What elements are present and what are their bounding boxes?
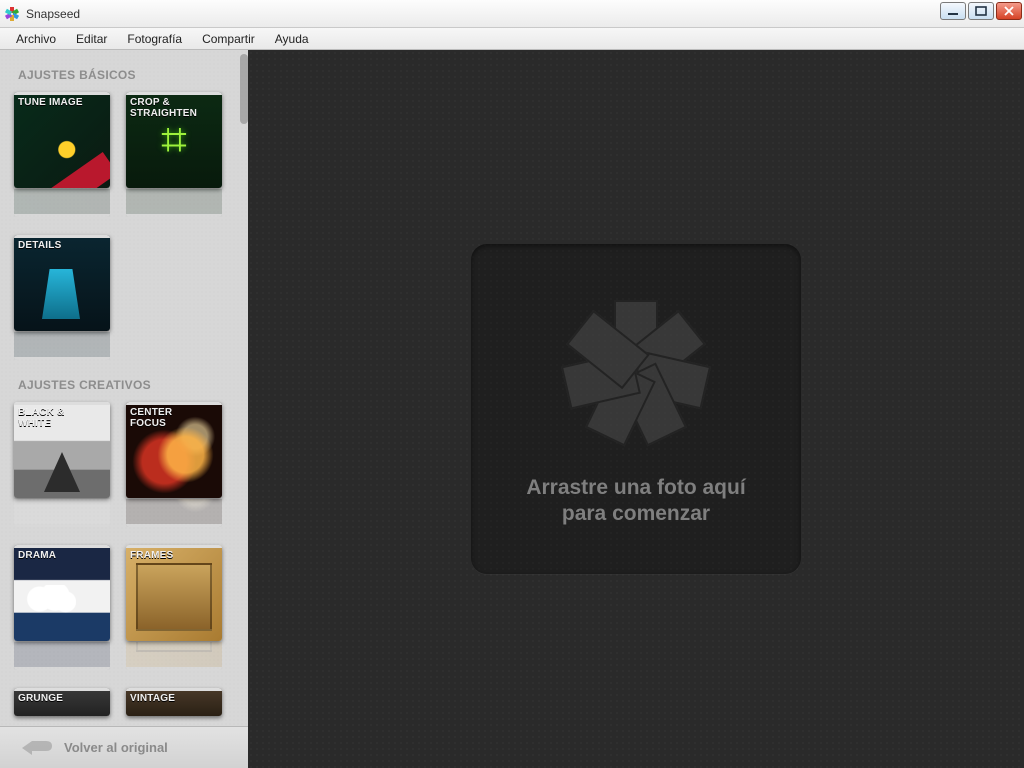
menu-edit[interactable]: Editar [66, 30, 117, 48]
drop-hint-line2: para comenzar [562, 502, 710, 526]
menu-share[interactable]: Compartir [192, 30, 265, 48]
section-creative-title: AJUSTES CREATIVOS [18, 378, 248, 392]
app-icon [4, 6, 20, 22]
window-minimize-button[interactable] [940, 2, 966, 20]
tool-grunge[interactable]: GRUNGE [14, 688, 110, 716]
window-maximize-button[interactable] [968, 2, 994, 20]
menu-help[interactable]: Ayuda [265, 30, 319, 48]
tool-label: CROP & STRAIGHTEN [130, 98, 218, 119]
tool-label: BLACK & WHITE [18, 408, 106, 429]
tool-label: FRAMES [130, 551, 218, 562]
undo-arrow-icon [20, 739, 54, 757]
tool-label: DETAILS [18, 241, 106, 252]
drop-zone[interactable]: Arrastre una foto aquí para comenzar [471, 244, 801, 574]
tool-black-white[interactable]: BLACK & WHITE [14, 402, 110, 527]
tool-label: CENTER FOCUS [130, 408, 218, 429]
canvas-area: Arrastre una foto aquí para comenzar [248, 50, 1024, 768]
tool-details[interactable]: DETAILS [14, 235, 110, 360]
menubar: Archivo Editar Fotografía Compartir Ayud… [0, 28, 1024, 50]
window-titlebar: Snapseed [0, 0, 1024, 28]
tool-frames[interactable]: FRAMES [126, 545, 222, 670]
tool-label: VINTAGE [130, 694, 218, 705]
snapseed-logo-icon [556, 292, 716, 452]
tool-vintage[interactable]: VINTAGE [126, 688, 222, 716]
tool-drama[interactable]: DRAMA [14, 545, 110, 670]
revert-label: Volver al original [64, 740, 168, 755]
window-close-button[interactable] [996, 2, 1022, 20]
tool-center-focus[interactable]: CENTER FOCUS [126, 402, 222, 527]
tool-crop-straighten[interactable]: CROP & STRAIGHTEN [126, 92, 222, 217]
sidebar-scrollbar[interactable] [240, 54, 248, 124]
tool-tune-image[interactable]: TUNE IMAGE [14, 92, 110, 217]
drop-hint-line1: Arrastre una foto aquí [526, 476, 745, 500]
tool-label: GRUNGE [18, 694, 106, 705]
window-title: Snapseed [26, 7, 80, 21]
section-basic-title: AJUSTES BÁSICOS [18, 68, 248, 82]
tool-label: TUNE IMAGE [18, 98, 106, 109]
sidebar: AJUSTES BÁSICOS TUNE IMAGE CROP & STRAIG… [0, 50, 248, 768]
menu-file[interactable]: Archivo [6, 30, 66, 48]
revert-to-original-button[interactable]: Volver al original [0, 726, 248, 768]
tool-label: DRAMA [18, 551, 106, 562]
menu-photo[interactable]: Fotografía [117, 30, 192, 48]
